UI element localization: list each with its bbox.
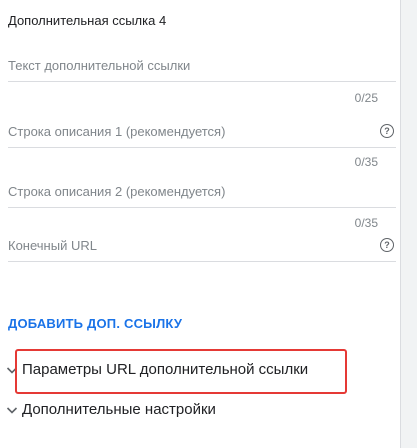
description-line-1-input[interactable]: Строка описания 1 (рекомендуется) ? xyxy=(8,118,396,148)
help-circle-icon[interactable]: ? xyxy=(380,124,394,138)
final-url-label: Конечный URL xyxy=(8,238,97,253)
help-circle-icon[interactable]: ? xyxy=(380,238,394,252)
side-strip xyxy=(400,0,417,448)
chevron-down-icon xyxy=(6,406,18,414)
description-line-2-input[interactable]: Строка описания 2 (рекомендуется) xyxy=(8,178,396,208)
additional-settings-toggle[interactable]: Дополнительные настройки xyxy=(4,401,216,418)
description-line-2-counter: 0/35 xyxy=(354,216,378,230)
final-url-input[interactable]: Конечный URL ? xyxy=(8,232,396,262)
sitelink-text-input[interactable]: Текст дополнительной ссылки xyxy=(8,52,396,82)
description-line-2-label: Строка описания 2 (рекомендуется) xyxy=(8,184,226,199)
add-sitelink-button[interactable]: ДОБАВИТЬ ДОП. ССЫЛКУ xyxy=(8,316,182,331)
sitelink-text-counter: 0/25 xyxy=(354,91,378,105)
highlight-annotation xyxy=(15,349,347,394)
sitelink-section-title: Дополнительная ссылка 4 xyxy=(8,13,167,28)
sitelink-text-label: Текст дополнительной ссылки xyxy=(8,58,191,73)
description-line-1-label: Строка описания 1 (рекомендуется) xyxy=(8,124,226,139)
description-line-1-counter: 0/35 xyxy=(354,155,378,169)
additional-settings-label: Дополнительные настройки xyxy=(22,401,216,418)
sitelink-form-panel: Дополнительная ссылка 4 Текст дополнител… xyxy=(0,0,400,448)
